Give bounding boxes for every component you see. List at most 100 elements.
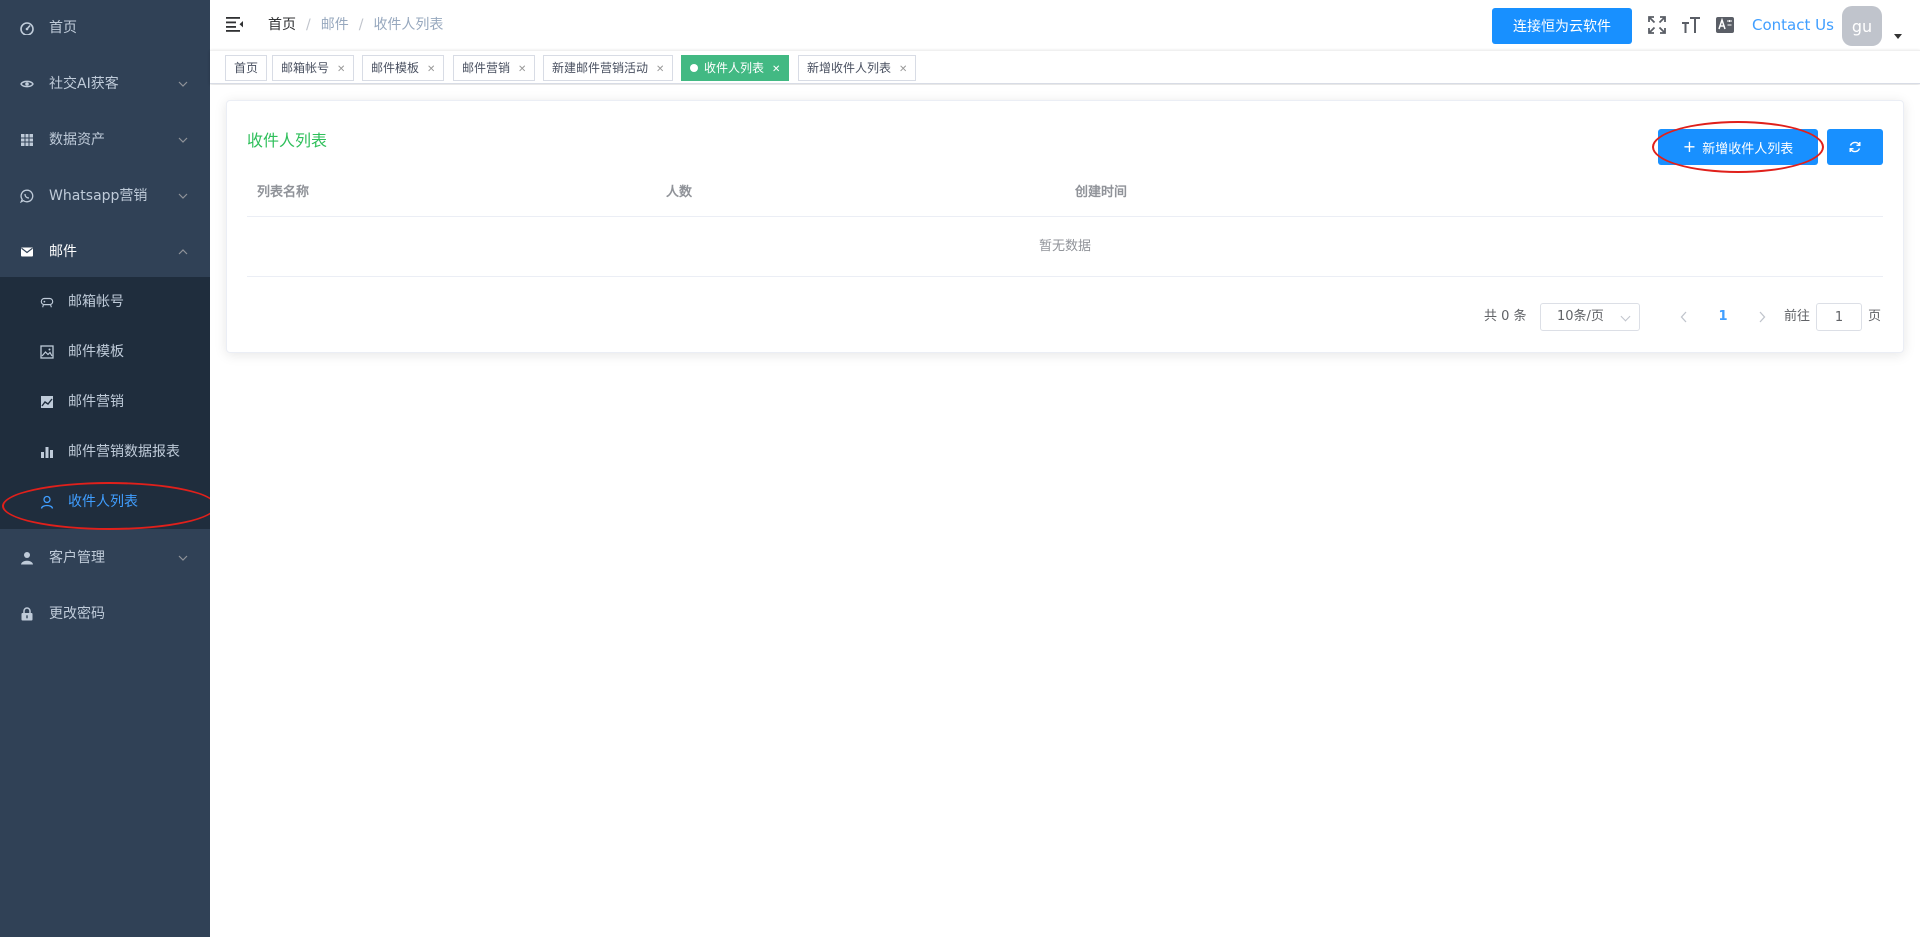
sidebar-item-customer[interactable]: 客户管理 (0, 530, 210, 586)
sidebar-item-label: 首页 (49, 20, 77, 36)
refresh-icon (1849, 141, 1861, 153)
chevron-down-icon (1620, 311, 1631, 322)
translate-icon[interactable] (1714, 14, 1736, 36)
submenu-item-label: 邮箱帐号 (68, 294, 124, 310)
avatar[interactable]: gu (1842, 6, 1882, 46)
caret-down-icon[interactable] (1894, 34, 1902, 39)
recipient-list-table: 列表名称 人数 创建时间 暂无数据 (247, 169, 1883, 277)
recipient-list-card: 收件人列表 + 新增收件人列表 列表名称 人数 创建时间 暂无数据 共 0 条 … (226, 100, 1904, 353)
breadcrumb-item: 收件人列表 (373, 17, 444, 33)
tags-view: 首页 邮箱帐号 ✕ 邮件模板 ✕ 邮件营销 ✕ 新建邮件营销活动 ✕ 收件人列表 ✕ 新增… (210, 50, 1920, 84)
submenu-item-recipient-list[interactable]: 收件人列表 (0, 477, 210, 527)
tag-label: 邮箱帐号 (281, 61, 330, 75)
submenu-item-label: 邮件模板 (68, 344, 124, 360)
sidebar-item-whatsapp[interactable]: Whatsapp营销 (0, 168, 210, 224)
refresh-button[interactable] (1827, 129, 1883, 165)
chevron-up-icon (178, 249, 188, 255)
add-recipient-list-button[interactable]: + 新增收件人列表 (1658, 129, 1818, 165)
breadcrumb-separator: / (306, 17, 311, 33)
tag-new-campaign[interactable]: 新建邮件营销活动 ✕ (543, 55, 674, 82)
tag-recipient-list[interactable]: 收件人列表 ✕ (681, 55, 790, 82)
prev-page-button[interactable] (1670, 303, 1698, 331)
chevron-down-icon (178, 193, 188, 199)
contact-us-link[interactable]: Contact Us (1752, 0, 1834, 50)
page-size-select[interactable]: 10条/页 (1540, 303, 1640, 331)
table-icon (20, 133, 34, 147)
lock-icon (20, 607, 34, 621)
page-number[interactable]: 1 (1709, 303, 1737, 331)
pagination: 共 0 条 10条/页 1 前往 页 (227, 303, 1905, 331)
table-header: 列表名称 人数 创建时间 (247, 169, 1883, 217)
tag-new-recipient-list[interactable]: 新增收件人列表 ✕ (798, 55, 917, 82)
sidebar-item-label: 邮件 (49, 244, 77, 260)
submenu-item-mail-template[interactable]: 邮件模板 (0, 327, 210, 377)
tag-home[interactable]: 首页 (225, 55, 268, 81)
bar-chart-icon (40, 445, 54, 459)
mail-icon (20, 245, 34, 259)
close-icon[interactable]: ✕ (337, 58, 345, 82)
tag-label: 新建邮件营销活动 (552, 61, 649, 75)
sidebar-item-label: 客户管理 (49, 550, 105, 566)
connect-software-button[interactable]: 连接恒为云软件 (1492, 8, 1632, 44)
sidebar-item-change-password[interactable]: 更改密码 (0, 586, 210, 642)
column-header-count: 人数 (666, 185, 693, 200)
sidebar-item-data-assets[interactable]: 数据资产 (0, 112, 210, 168)
tag-label: 邮件营销 (462, 61, 511, 75)
sidebar-item-label: 社交AI获客 (49, 76, 119, 92)
goto-page-input[interactable] (1816, 303, 1862, 331)
close-icon[interactable]: ✕ (656, 58, 664, 82)
sidebar-item-mail[interactable]: 邮件 (0, 224, 210, 280)
tag-mail-marketing[interactable]: 邮件营销 ✕ (453, 55, 536, 82)
submenu-item-label: 邮件营销数据报表 (68, 444, 180, 460)
empty-state: 暂无数据 (247, 217, 1883, 277)
image-icon (40, 345, 54, 359)
pagination-total: 共 0 条 (1484, 309, 1527, 324)
close-icon[interactable]: ✕ (518, 58, 526, 82)
add-button-label: 新增收件人列表 (1702, 141, 1794, 157)
page-size-value: 10条/页 (1557, 309, 1604, 324)
tag-label: 邮件模板 (371, 61, 420, 75)
close-icon[interactable]: ✕ (772, 58, 780, 82)
submenu-item-mail-report[interactable]: 邮件营销数据报表 (0, 427, 210, 477)
column-header-list-name: 列表名称 (257, 185, 310, 200)
dashboard-icon (20, 21, 34, 35)
close-icon[interactable]: ✕ (899, 58, 907, 82)
submenu-item-label: 邮件营销 (68, 394, 124, 410)
eye-icon (20, 77, 34, 91)
tag-mailbox-account[interactable]: 邮箱帐号 ✕ (272, 55, 355, 82)
person-icon (40, 495, 54, 509)
breadcrumb-item[interactable]: 首页 (268, 17, 296, 33)
tag-label: 新增收件人列表 (807, 61, 892, 75)
font-size-icon[interactable] (1680, 14, 1702, 36)
hamburger-icon[interactable] (226, 16, 244, 32)
chart-area-icon (40, 395, 54, 409)
sidebar-item-social-ai[interactable]: 社交AI获客 (0, 56, 210, 112)
mailbox-icon (40, 295, 54, 309)
whatsapp-icon (20, 189, 34, 203)
tag-label: 收件人列表 (704, 61, 765, 75)
submenu-item-label: 收件人列表 (68, 494, 138, 510)
sidebar-item-home[interactable]: 首页 (0, 0, 210, 56)
next-page-button[interactable] (1748, 303, 1776, 331)
mail-submenu: 邮箱帐号 邮件模板 邮件营销 邮件营销数据报表 收件人列表 (0, 277, 210, 529)
sidebar-item-label: 更改密码 (49, 606, 105, 622)
page-title: 收件人列表 (247, 131, 328, 150)
tag-label: 首页 (234, 61, 259, 75)
sidebar-item-label: Whatsapp营销 (49, 188, 148, 204)
active-dot-icon (690, 64, 698, 72)
sidebar-item-label: 数据资产 (49, 132, 105, 148)
submenu-item-mail-marketing[interactable]: 邮件营销 (0, 377, 210, 427)
goto-label: 前往 (1784, 309, 1811, 324)
tag-mail-template[interactable]: 邮件模板 ✕ (362, 55, 445, 82)
submenu-item-mailbox-account[interactable]: 邮箱帐号 (0, 277, 210, 327)
breadcrumb: 首页 / 邮件 / 收件人列表 (268, 0, 443, 50)
chevron-right-icon (1759, 311, 1766, 323)
breadcrumb-separator: / (358, 17, 364, 33)
sidebar: 首页 社交AI获客 数据资产 Whatsapp营销 邮件 邮箱帐号 邮件模板 邮… (0, 0, 210, 937)
chevron-left-icon (1680, 311, 1687, 323)
user-icon (20, 551, 34, 565)
close-icon[interactable]: ✕ (427, 58, 435, 82)
column-header-created-time: 创建时间 (1075, 185, 1128, 200)
chevron-down-icon (178, 137, 188, 143)
fullscreen-icon[interactable] (1646, 14, 1668, 36)
